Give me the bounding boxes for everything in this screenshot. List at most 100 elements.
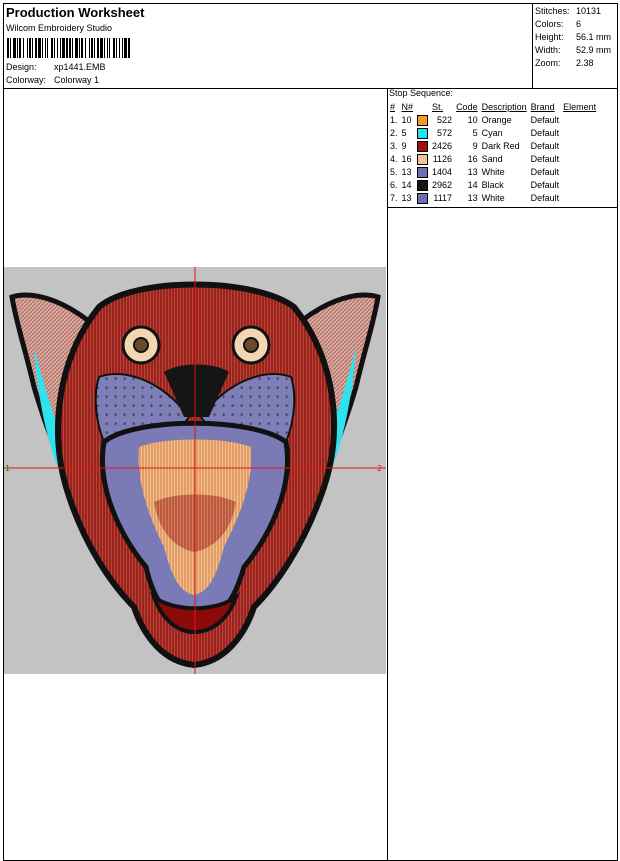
row-brand: Default <box>530 193 560 203</box>
color-swatch <box>417 154 429 166</box>
stop-sequence-title: Stop Sequence: <box>389 88 454 98</box>
stop-row: 2. 5 572 5 Cyan Default <box>388 127 598 140</box>
row-stitches: 2962 <box>432 180 453 190</box>
barcode-bar <box>89 38 90 58</box>
row-code: 9 <box>472 141 478 151</box>
barcode-bar <box>85 38 86 58</box>
row-element <box>561 127 598 140</box>
barcode-bar <box>29 38 31 58</box>
barcode-bar <box>124 38 127 58</box>
colorway-label: Colorway: <box>6 75 47 85</box>
barcode-bar <box>23 38 24 58</box>
row-brand: Default <box>530 154 560 164</box>
row-code: 14 <box>467 180 478 190</box>
row-stitches: 2426 <box>432 141 453 151</box>
barcode-bar <box>100 38 103 58</box>
row-needle: 16 <box>401 154 412 164</box>
row-code: 13 <box>467 167 478 177</box>
stat-colors-value: 6 <box>576 19 582 29</box>
stop-sequence-rows: 1. 10 522 10 Orange Default 2. 5 572 5 Cyan Default… <box>388 114 598 205</box>
stat-height-label: Height: <box>535 32 564 42</box>
row-needle: 9 <box>401 141 407 151</box>
row-element <box>561 153 598 166</box>
row-description: Sand <box>481 154 503 164</box>
barcode-bar <box>57 38 58 58</box>
row-stitches: 1126 <box>432 154 453 164</box>
barcode-bar <box>54 38 55 58</box>
stat-stitches-label: Stitches: <box>535 6 570 16</box>
barcode-bar <box>75 38 78 58</box>
stat-colors-label: Colors: <box>535 19 564 29</box>
barcode-bar <box>91 38 93 58</box>
color-swatch <box>417 115 429 127</box>
barcode-bar <box>7 38 9 58</box>
barcode-bar <box>113 38 115 58</box>
stat-height-value: 56.1 mm <box>576 32 612 42</box>
row-description: Orange <box>481 115 512 125</box>
design-preview: * 1 2 <box>4 267 386 674</box>
barcode-bar <box>45 38 46 58</box>
stop-row: 3. 9 2426 9 Dark Red Default <box>388 140 598 153</box>
row-code: 5 <box>472 128 478 138</box>
color-swatch <box>417 193 429 205</box>
barcode-bar <box>17 38 18 58</box>
barcode-bar <box>122 38 123 58</box>
row-brand: Default <box>530 180 560 190</box>
col-element: Element <box>563 102 597 112</box>
barcode-bar <box>47 38 48 58</box>
row-description: White <box>481 193 505 203</box>
barcode-bar <box>13 38 16 58</box>
barcode-bar <box>10 38 11 58</box>
marker-left: 1 <box>5 464 10 473</box>
row-num: 4. <box>390 154 398 164</box>
row-brand: Default <box>530 141 560 151</box>
row-needle: 13 <box>401 193 412 203</box>
barcode-bar <box>79 38 80 58</box>
barcode-bar <box>69 38 71 58</box>
barcode-bar <box>38 38 41 58</box>
col-needle: N# <box>401 102 414 112</box>
barcode-bars <box>7 38 130 58</box>
barcode-bar <box>60 38 61 58</box>
row-description: Dark Red <box>481 141 520 151</box>
row-brand: Default <box>530 115 560 125</box>
row-stitches: 1117 <box>433 193 453 203</box>
design-value: xp1441.EMB <box>54 62 106 72</box>
barcode-bar <box>35 38 37 58</box>
row-needle: 5 <box>401 128 407 138</box>
design-label: Design: <box>6 62 37 72</box>
row-swatch <box>415 153 430 166</box>
barcode-bar <box>104 38 105 58</box>
row-num: 7. <box>390 193 398 203</box>
row-element <box>561 114 598 127</box>
barcode-bar <box>128 38 130 58</box>
stat-stitches-value: 10131 <box>576 6 602 16</box>
row-num: 5. <box>390 167 398 177</box>
stop-sequence-table: # N# St. Code Description Brand Element … <box>388 101 598 205</box>
row-element <box>561 179 598 192</box>
barcode-bar <box>107 38 108 58</box>
row-description: Cyan <box>481 128 503 138</box>
row-needle: 13 <box>401 167 412 177</box>
color-swatch <box>417 180 429 192</box>
row-num: 1. <box>390 115 398 125</box>
page-title: Production Worksheet <box>6 5 145 20</box>
row-stitches: 1404 <box>432 167 453 177</box>
stop-row: 7. 13 1117 13 White Default <box>388 192 598 205</box>
marker-right: 2 <box>377 464 382 473</box>
barcode-bar <box>116 38 117 58</box>
row-needle: 14 <box>401 180 412 190</box>
barcode <box>7 38 130 58</box>
stat-width-value: 52.9 mm <box>576 45 612 55</box>
row-element <box>561 166 598 179</box>
software-name: Wilcom Embroidery Studio <box>6 23 113 33</box>
colorway-value: Colorway 1 <box>54 75 100 85</box>
barcode-bar <box>81 38 83 58</box>
row-description: White <box>481 167 505 177</box>
barcode-bar <box>66 38 68 58</box>
color-swatch <box>417 167 429 179</box>
row-description: Black <box>481 180 504 190</box>
stop-row: 5. 13 1404 13 White Default <box>388 166 598 179</box>
row-brand: Default <box>530 167 560 177</box>
row-num: 3. <box>390 141 398 151</box>
